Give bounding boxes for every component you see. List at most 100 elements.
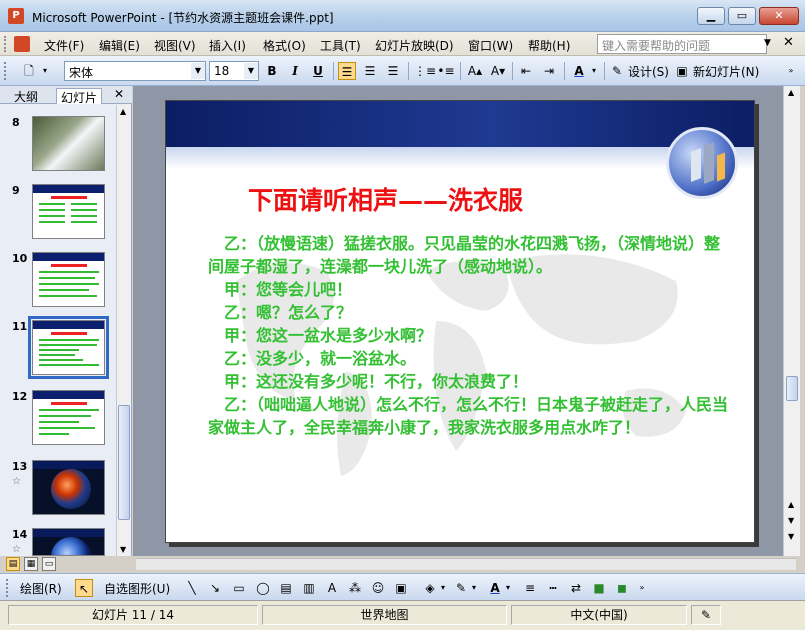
- line-color-icon[interactable]: ✎: [452, 579, 470, 597]
- new-document-icon[interactable]: 🗋: [20, 62, 38, 80]
- toolbar-overflow-icon[interactable]: »: [786, 62, 796, 80]
- current-slide[interactable]: 下面请听相声——洗衣服 乙：（放慢语速）猛搓衣服。只见晶莹的水花四溅飞扬，（深情…: [165, 100, 755, 543]
- dash-style-icon[interactable]: ┅: [544, 579, 562, 597]
- underline-button[interactable]: U: [309, 62, 327, 80]
- scroll-up-icon[interactable]: ▲: [120, 107, 126, 116]
- menu-window[interactable]: 窗口(W): [466, 36, 515, 55]
- align-left-icon[interactable]: ☰: [338, 62, 356, 80]
- vertical-textbox-icon[interactable]: ▥: [300, 579, 318, 597]
- slides-panel-scrollbar[interactable]: ▲ ▼: [116, 105, 131, 556]
- scrollbar-thumb[interactable]: [786, 376, 798, 401]
- 3d-style-icon[interactable]: ◼: [613, 579, 631, 597]
- slide-vertical-scrollbar[interactable]: ▲ ▲ ▼ ▼: [783, 86, 800, 556]
- design-icon[interactable]: ✎: [608, 62, 626, 80]
- wordart-icon[interactable]: A: [323, 579, 341, 597]
- font-size-select[interactable]: 18 ▼: [209, 61, 259, 81]
- font-dropdown-icon[interactable]: ▼: [191, 63, 205, 79]
- spelling-check-icon[interactable]: ✎: [691, 605, 721, 625]
- align-right-icon[interactable]: ☰: [384, 62, 402, 80]
- help-search-input[interactable]: 键入需要帮助的问题: [597, 34, 767, 54]
- thumbnail-image[interactable]: [32, 252, 105, 307]
- line-color-dropdown-icon[interactable]: ▾: [470, 579, 478, 597]
- slideshow-view-icon[interactable]: ▭: [42, 557, 56, 571]
- language-indicator: 中文(中国): [511, 605, 687, 625]
- increase-indent-icon[interactable]: ⇥: [540, 62, 558, 80]
- slide-editing-area: 下面请听相声——洗衣服 乙：（放慢语速）猛搓衣服。只见晶莹的水花四溅飞扬，（深情…: [133, 86, 783, 556]
- menu-format[interactable]: 格式(O): [261, 36, 308, 55]
- tab-slides[interactable]: 幻灯片: [56, 88, 103, 105]
- line-style-icon[interactable]: ≡: [521, 579, 539, 597]
- arrow-icon[interactable]: ↘: [206, 579, 224, 597]
- normal-view-icon[interactable]: ▤: [6, 557, 20, 571]
- slide-body-text[interactable]: 乙：（放慢语速）猛搓衣服。只见晶莹的水花四溅飞扬，（深情地说）整间屋子都湿了，连…: [208, 232, 728, 439]
- new-slide-icon[interactable]: ▣: [673, 62, 691, 80]
- autoshapes-button[interactable]: 自选图形(U): [104, 580, 170, 597]
- powerpoint-app-icon[interactable]: P: [8, 8, 24, 24]
- increase-font-icon[interactable]: A▴: [466, 62, 484, 80]
- menu-help[interactable]: 帮助(H): [526, 36, 572, 55]
- decrease-indent-icon[interactable]: ⇤: [517, 62, 535, 80]
- thumbnail-image-selected[interactable]: [28, 316, 109, 379]
- document-close-icon[interactable]: ✕: [783, 35, 794, 50]
- slide-title[interactable]: 下面请听相声——洗衣服: [248, 181, 523, 217]
- clipart-icon[interactable]: ☺: [369, 579, 387, 597]
- menu-slideshow[interactable]: 幻灯片放映(D): [373, 36, 456, 55]
- toolbar-grip[interactable]: [4, 62, 7, 80]
- textbox-icon[interactable]: ▤: [277, 579, 295, 597]
- tab-outline[interactable]: 大纲: [10, 88, 42, 104]
- italic-button[interactable]: I: [286, 62, 304, 80]
- font-color-icon[interactable]: A: [570, 62, 588, 80]
- decrease-font-icon[interactable]: A▾: [489, 62, 507, 80]
- minimize-button[interactable]: ▁: [697, 7, 725, 25]
- document-icon[interactable]: [14, 36, 30, 52]
- panel-close-icon[interactable]: ✕: [114, 87, 124, 101]
- scroll-down-icon[interactable]: ▼: [788, 516, 794, 525]
- toolbar-options-icon[interactable]: ▾: [40, 62, 50, 80]
- select-pointer-icon[interactable]: ↖: [75, 579, 93, 597]
- menu-tools[interactable]: 工具(T): [318, 36, 363, 55]
- next-slide-icon[interactable]: ▼: [788, 532, 794, 541]
- close-button[interactable]: ✕: [759, 7, 799, 25]
- font-color-dropdown-icon[interactable]: ▾: [589, 62, 599, 80]
- thumbnail-image[interactable]: [32, 184, 105, 239]
- toolbar-grip[interactable]: [6, 579, 9, 597]
- diagram-icon[interactable]: ⁂: [346, 579, 364, 597]
- menu-edit[interactable]: 编辑(E): [97, 36, 142, 55]
- rectangle-icon[interactable]: ▭: [230, 579, 248, 597]
- thumbnail-image[interactable]: [32, 390, 105, 445]
- font-color-icon[interactable]: A: [486, 579, 504, 597]
- arrow-style-icon[interactable]: ⇄: [567, 579, 585, 597]
- align-center-icon[interactable]: ☰: [361, 62, 379, 80]
- design-button[interactable]: 设计(S): [628, 63, 669, 80]
- thumbnail-image[interactable]: [32, 460, 105, 515]
- font-color-dropdown-icon[interactable]: ▾: [504, 579, 512, 597]
- scroll-down-icon[interactable]: ▼: [120, 545, 126, 554]
- horizontal-scrollbar[interactable]: [136, 558, 796, 570]
- insert-picture-icon[interactable]: ▣: [392, 579, 410, 597]
- menu-view[interactable]: 视图(V): [152, 36, 198, 55]
- scrollbar-thumb[interactable]: [118, 405, 130, 520]
- bulleted-list-icon[interactable]: •≡: [437, 62, 455, 80]
- fill-color-dropdown-icon[interactable]: ▾: [439, 579, 447, 597]
- oval-icon[interactable]: ◯: [254, 579, 272, 597]
- size-dropdown-icon[interactable]: ▼: [244, 63, 258, 79]
- line-icon[interactable]: ╲: [183, 579, 201, 597]
- menu-file[interactable]: 文件(F): [42, 36, 86, 55]
- previous-slide-icon[interactable]: ▲: [788, 500, 794, 509]
- thumbnail-image[interactable]: [32, 116, 105, 171]
- slide-sorter-view-icon[interactable]: ▦: [24, 557, 38, 571]
- new-slide-button[interactable]: 新幻灯片(N): [693, 63, 759, 80]
- numbered-list-icon[interactable]: ⋮≡: [414, 62, 436, 80]
- scroll-up-icon[interactable]: ▲: [788, 88, 794, 97]
- help-dropdown-icon[interactable]: ▼: [764, 38, 771, 48]
- bold-button[interactable]: B: [263, 62, 281, 80]
- maximize-button[interactable]: ▭: [728, 7, 756, 25]
- toolbar-overflow-icon[interactable]: »: [637, 579, 647, 597]
- menubar-grip[interactable]: [4, 36, 7, 52]
- draw-menu-button[interactable]: 绘图(R): [20, 580, 62, 597]
- fill-color-icon[interactable]: ◈: [421, 579, 439, 597]
- shadow-style-icon[interactable]: ■: [590, 579, 608, 597]
- menu-insert[interactable]: 插入(I): [207, 36, 248, 55]
- thumbnail-image[interactable]: [32, 528, 105, 556]
- font-name-select[interactable]: 宋体 ▼: [64, 61, 206, 81]
